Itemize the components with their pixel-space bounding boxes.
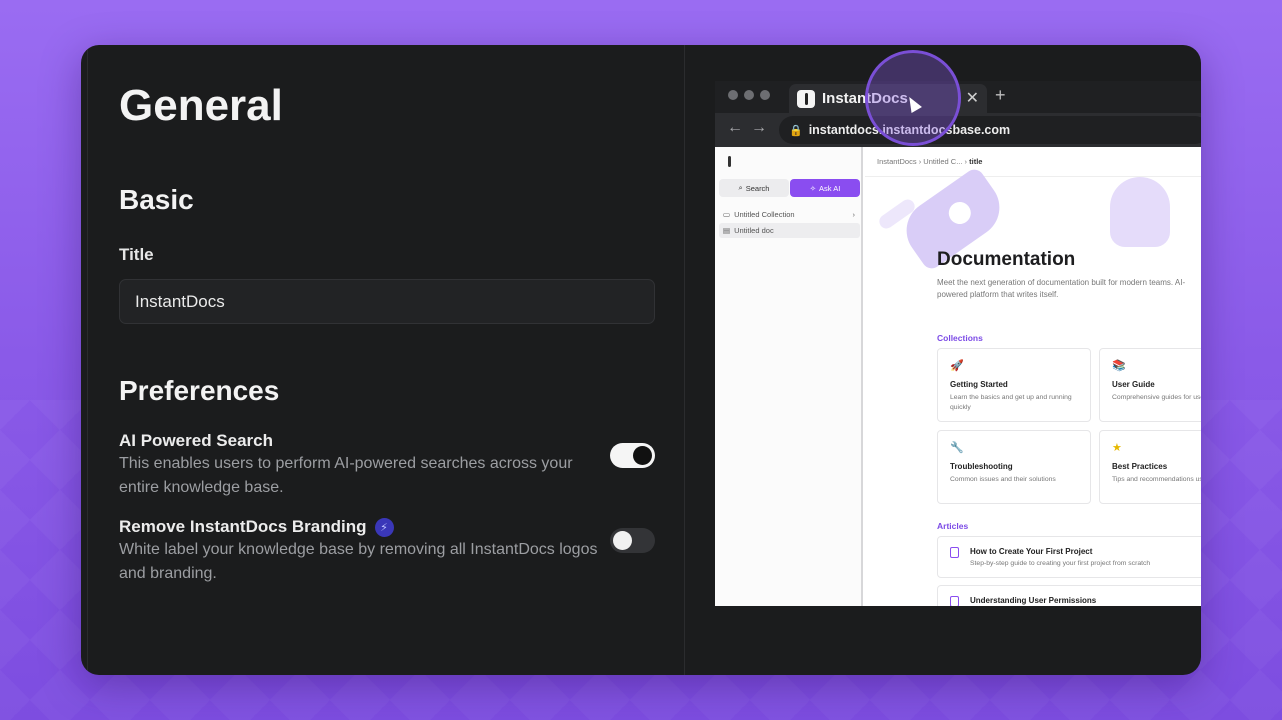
rocket-icon: 🚀 <box>950 360 964 372</box>
docs-content: InstantDocs › Untitled C... › title Docu… <box>865 147 1201 606</box>
collection-title: Best Practices <box>1112 462 1168 471</box>
branding-description: White label your knowledge base by remov… <box>119 541 598 582</box>
minimize-dot[interactable] <box>744 90 754 100</box>
article-title: How to Create Your First Project <box>970 547 1093 556</box>
forward-arrow-icon[interactable]: → <box>751 119 767 137</box>
sidebar-item-doc[interactable]: ▤ Untitled doc <box>719 223 860 238</box>
ai-search-title-text: AI Powered Search <box>119 431 274 450</box>
browser-preview: InstantDocs ✕ + ← → 🔒 instantdocs.instan… <box>715 81 1201 606</box>
doc-title: Documentation <box>937 249 1076 270</box>
title-label: Title <box>119 245 154 264</box>
doc-subtitle: Meet the next generation of documentatio… <box>937 278 1186 299</box>
address-bar[interactable]: 🔒 instantdocs.instantdocsbase.com <box>779 116 1201 144</box>
docs-sidebar: ⌕ Search ✧ Ask AI ▭ Untitled Collection › … <box>715 147 863 606</box>
bolt-icon: ⚡ <box>374 517 394 537</box>
search-icon: ⌕ <box>738 183 743 192</box>
folder-icon: ▭ <box>723 210 731 219</box>
logo-icon <box>728 156 731 167</box>
basic-heading: Basic <box>119 184 194 215</box>
star-icon: ★ <box>1112 442 1122 454</box>
collection-desc: Comprehensive guides for users <box>1112 394 1201 401</box>
ai-search-toggle[interactable] <box>610 443 655 468</box>
wrench-icon: 🔧 <box>950 442 964 454</box>
breadcrumb-item[interactable]: Untitled C... <box>923 157 962 166</box>
collection-card[interactable]: 📚 User Guide Comprehensive guides for us… <box>1099 348 1201 422</box>
favicon-icon <box>797 89 815 108</box>
breadcrumb: InstantDocs › Untitled C... › title <box>877 157 983 166</box>
pane-divider <box>684 45 685 675</box>
article-card[interactable]: How to Create Your First Project Step-by… <box>937 536 1201 578</box>
chevron-right-icon: › <box>852 210 856 219</box>
collection-title: Troubleshooting <box>950 462 1013 471</box>
lock-icon: 🔒 <box>789 124 803 137</box>
page-title: General <box>119 81 283 130</box>
book-icon: 📚 <box>1112 360 1126 372</box>
doc-icon: ▤ <box>723 226 731 235</box>
collection-title: Getting Started <box>950 380 1008 389</box>
ai-search-description: This enables users to perform AI-powered… <box>119 455 573 496</box>
docs-page: ⌕ Search ✧ Ask AI ▭ Untitled Collection › … <box>715 147 1201 606</box>
branding-title-text: Remove InstantDocs Branding <box>119 517 367 536</box>
close-icon[interactable]: ✕ <box>966 88 979 108</box>
branding-setting: Remove InstantDocs Branding ⚡ White labe… <box>119 517 655 586</box>
settings-panel: General Basic Title Preferences AI Power… <box>81 45 684 675</box>
document-icon <box>950 547 959 558</box>
collection-title: User Guide <box>1112 380 1155 389</box>
collection-desc: Tips and recommendations usage <box>1112 476 1201 483</box>
breadcrumb-item: title <box>969 157 983 166</box>
collections-label: Collections <box>937 333 983 343</box>
preferences-heading: Preferences <box>119 375 280 406</box>
nav-bar: ← → 🔒 instantdocs.instantdocsbase.com <box>715 113 1201 147</box>
window-controls <box>728 90 770 100</box>
breadcrumb-item[interactable]: InstantDocs <box>877 157 917 166</box>
sidebar-item-collection[interactable]: ▭ Untitled Collection › <box>719 207 860 222</box>
cloud-illustration <box>1110 177 1170 247</box>
search-button-label: Search <box>745 183 770 193</box>
search-button[interactable]: ⌕ Search <box>719 179 789 197</box>
close-dot[interactable] <box>728 90 738 100</box>
article-desc: Step-by-step guide to creating your firs… <box>970 560 1151 567</box>
ask-ai-button[interactable]: ✧ Ask AI <box>790 179 860 197</box>
articles-label: Articles <box>937 521 969 531</box>
ask-ai-label: Ask AI <box>819 183 841 193</box>
toggle-knob <box>633 446 652 465</box>
title-input[interactable] <box>119 279 655 324</box>
collection-card[interactable]: ★ Best Practices Tips and recommendation… <box>1099 430 1201 504</box>
maximize-dot[interactable] <box>760 90 770 100</box>
plus-icon[interactable]: + <box>995 85 1006 106</box>
branding-title: Remove InstantDocs Branding ⚡ <box>119 517 655 537</box>
collection-desc: Common issues and their solutions <box>950 476 1056 483</box>
toggle-knob <box>613 531 632 550</box>
article-card[interactable]: Understanding User Permissions <box>937 585 1201 606</box>
sidebar-item-label: Untitled doc <box>734 226 774 235</box>
sidebar-item-label: Untitled Collection <box>734 210 795 219</box>
sparkle-icon: ✧ <box>809 183 817 193</box>
branding-toggle[interactable] <box>610 528 655 553</box>
collection-card[interactable]: 🚀 Getting Started Learn the basics and g… <box>937 348 1091 422</box>
settings-card: General Basic Title Preferences AI Power… <box>81 45 1201 675</box>
breadcrumb-divider <box>865 176 1201 177</box>
back-arrow-icon[interactable]: ← <box>727 119 743 137</box>
article-title: Understanding User Permissions <box>970 596 1097 605</box>
document-icon <box>950 596 959 606</box>
ai-search-setting: AI Powered Search This enables users to … <box>119 431 655 500</box>
ai-search-title: AI Powered Search <box>119 431 655 451</box>
collection-desc: Learn the basics and get up and running … <box>950 394 1072 411</box>
collection-card[interactable]: 🔧 Troubleshooting Common issues and thei… <box>937 430 1091 504</box>
